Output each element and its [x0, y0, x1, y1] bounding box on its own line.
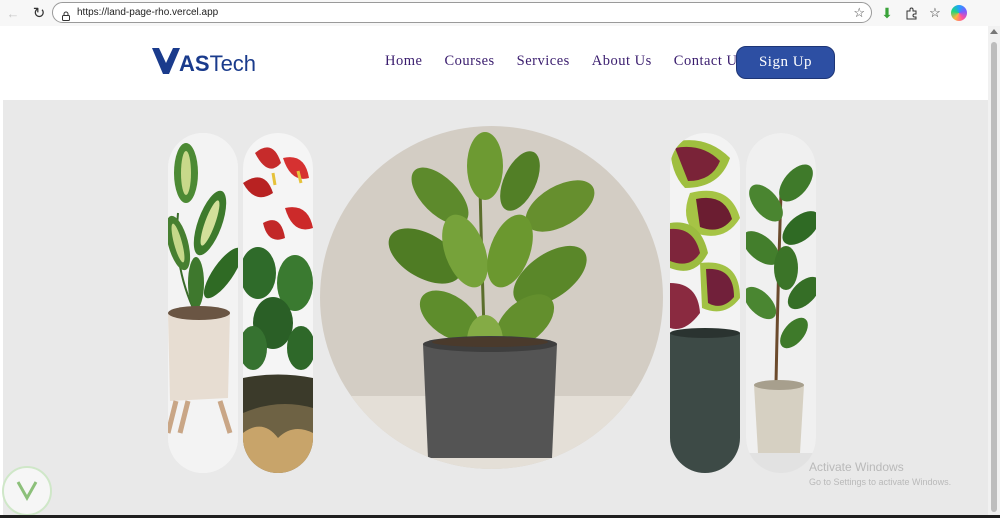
address-bar[interactable]: https://land-page-rho.vercel.app ☆ — [52, 2, 872, 23]
extensions-icon[interactable] — [902, 4, 920, 22]
plant-image-coleus — [670, 133, 740, 473]
nav-about-us[interactable]: About Us — [592, 53, 652, 70]
scroll-thumb[interactable] — [991, 42, 997, 512]
url-text[interactable]: https://land-page-rho.vercel.app — [77, 7, 218, 18]
plant-image-dieffenbachia — [168, 133, 238, 473]
browser-toolbar-icons: ⬇ ☆ — [878, 4, 968, 22]
scroll-up-arrow-icon[interactable] — [990, 29, 998, 34]
reload-icon[interactable]: ↻ — [30, 4, 48, 22]
watermark-title: Activate Windows — [809, 460, 904, 474]
main-nav: Home Courses Services About Us Contact U… — [385, 53, 744, 70]
corner-logo-badge — [2, 466, 52, 516]
nav-contact-us[interactable]: Contact Us — [674, 53, 744, 70]
logo-text-light: Tech — [209, 51, 257, 76]
lock-icon[interactable] — [61, 8, 71, 21]
site-header: ASTech Home Courses Services About Us Co… — [3, 26, 988, 100]
plant-image-fiddle-leaf-fig — [320, 126, 663, 469]
browser-toolbar: ← ↻ https://land-page-rho.vercel.app ☆ ⬇… — [0, 0, 1000, 26]
plant-image-fiddle-leaf-tree — [746, 133, 816, 473]
page-viewport: ASTech Home Courses Services About Us Co… — [3, 26, 988, 518]
copilot-icon[interactable] — [950, 4, 968, 22]
plant-image-anthurium — [243, 133, 313, 473]
watermark-subtitle: Go to Settings to activate Windows. — [809, 477, 952, 487]
nav-services[interactable]: Services — [517, 53, 570, 70]
sign-up-button[interactable]: Sign Up — [736, 46, 835, 79]
logo-mark-icon — [152, 48, 180, 74]
logo-text-bold: AS — [179, 51, 210, 76]
star-icon[interactable]: ☆ — [853, 5, 865, 21]
nav-courses[interactable]: Courses — [444, 53, 494, 70]
nav-home[interactable]: Home — [385, 53, 422, 70]
windows-activation-watermark: Activate Windows Go to Settings to activ… — [809, 460, 951, 487]
favorites-icon[interactable]: ☆ — [926, 4, 944, 22]
download-icon[interactable]: ⬇ — [878, 4, 896, 22]
back-icon[interactable]: ← — [4, 4, 22, 22]
page-scrollbar[interactable] — [988, 26, 1000, 518]
logo-text: ASTech — [179, 52, 256, 76]
logo[interactable]: ASTech — [151, 46, 256, 76]
